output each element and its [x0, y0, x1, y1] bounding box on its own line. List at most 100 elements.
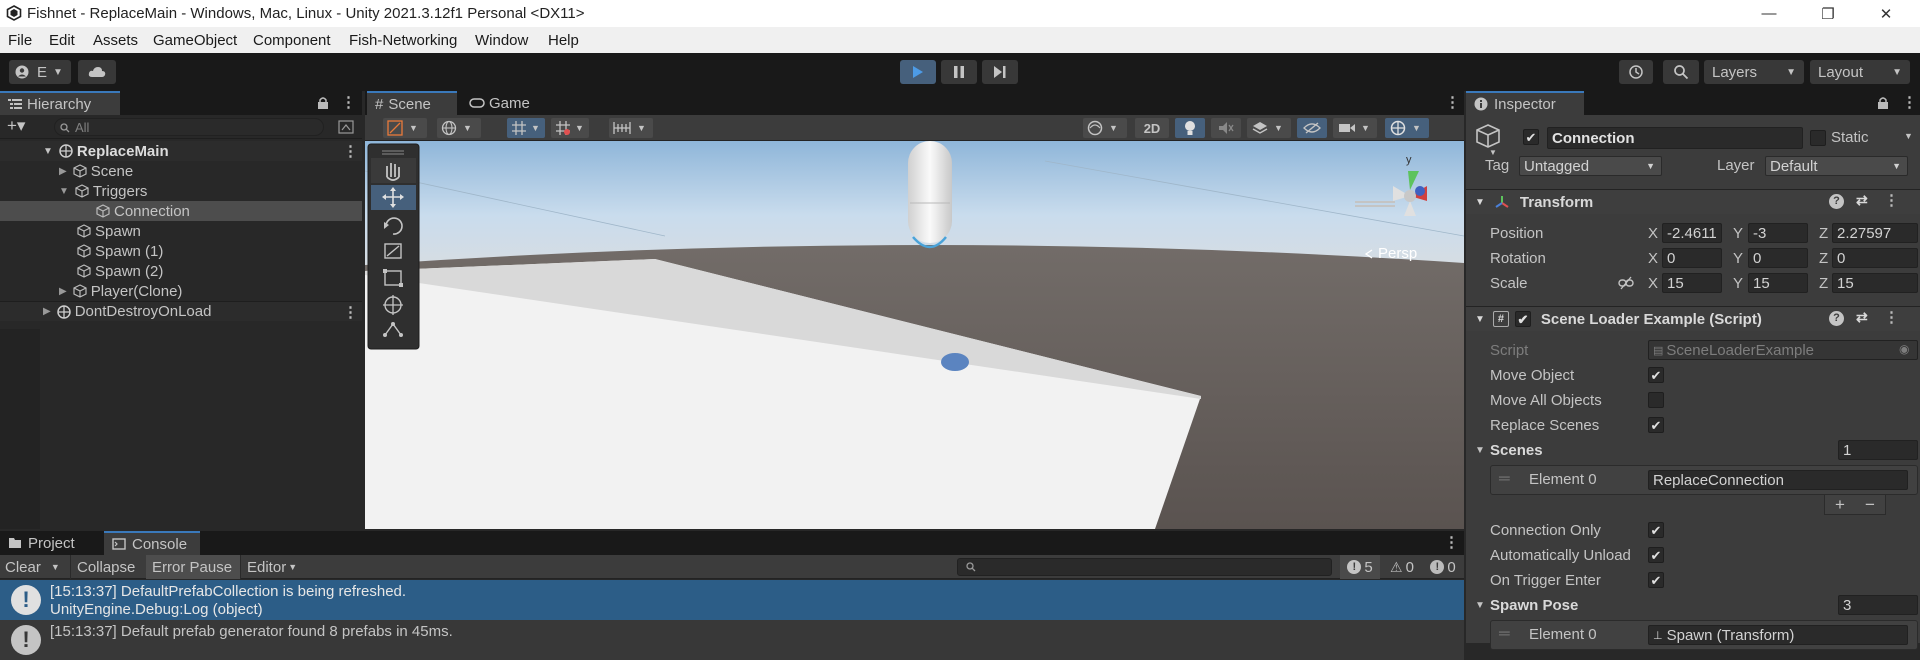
object-name-input[interactable]: Connection — [1547, 127, 1803, 149]
axis-x-label[interactable]: X — [1648, 275, 1658, 292]
chevron-down-icon[interactable]: ▼ — [1489, 148, 1497, 157]
on-trigger-enter-checkbox[interactable]: ✔ — [1648, 572, 1664, 588]
axis-y-label[interactable]: Y — [1733, 250, 1743, 267]
scale-y-input[interactable]: 15 — [1748, 273, 1808, 293]
tab-hierarchy[interactable]: Hierarchy — [0, 91, 120, 115]
axis-y-label[interactable]: Y — [1733, 275, 1743, 292]
increment-snap-dropdown[interactable]: ▼ — [551, 118, 589, 138]
component-enabled-checkbox[interactable]: ✔ — [1514, 311, 1531, 327]
replace-scenes-checkbox[interactable]: ✔ — [1648, 417, 1664, 433]
hierarchy-item-spawn-2[interactable]: Spawn (2) — [0, 261, 362, 281]
hierarchy-search-input[interactable]: All — [54, 118, 324, 136]
preset-icon[interactable]: ⇄ — [1856, 192, 1868, 209]
foldout-arrow-icon[interactable]: ▼ — [1475, 600, 1485, 611]
more-options-icon[interactable]: ⋮ — [1902, 93, 1917, 111]
draw-mode-dropdown[interactable]: ▼ — [383, 118, 427, 138]
menu-edit[interactable]: Edit — [49, 32, 75, 49]
expand-arrow-icon[interactable]: ▼ — [43, 146, 53, 157]
camera-mode-dropdown[interactable]: ▼ — [1083, 118, 1127, 138]
more-options-icon[interactable]: ⋮ — [1884, 308, 1899, 326]
scene-filter-icon[interactable] — [338, 120, 354, 134]
step-button[interactable] — [982, 60, 1018, 84]
scene-viewport[interactable]: y Persp — [365, 141, 1464, 529]
add-icon[interactable]: +▾ — [7, 116, 25, 136]
chevron-down-icon[interactable]: ▼ — [1904, 131, 1913, 141]
hidden-objects-toggle[interactable] — [1297, 118, 1327, 138]
layers-dropdown[interactable]: Layers ▼ — [1704, 60, 1804, 84]
effects-dropdown[interactable]: ▼ — [1247, 118, 1291, 138]
transform-header[interactable]: ▼ Transform ? ⇄ ⋮ — [1466, 189, 1920, 214]
position-y-input[interactable]: -3 — [1748, 223, 1808, 243]
hierarchy-item-spawn-1[interactable]: Spawn (1) — [0, 241, 362, 261]
clear-dropdown[interactable]: Clear ▼ — [0, 555, 70, 579]
connection-only-checkbox[interactable]: ✔ — [1648, 522, 1664, 538]
automatically-unload-checkbox[interactable]: ✔ — [1648, 547, 1664, 563]
more-options-icon[interactable]: ⋮ — [343, 142, 358, 160]
remove-element-button[interactable]: − — [1865, 495, 1875, 515]
link-icon[interactable] — [1618, 276, 1634, 290]
add-element-button[interactable]: + — [1835, 495, 1845, 515]
help-icon[interactable]: ? — [1829, 194, 1844, 209]
move-all-objects-checkbox[interactable] — [1648, 392, 1664, 408]
editor-dropdown[interactable]: Editor ▼ — [240, 555, 306, 579]
more-options-icon[interactable]: ⋮ — [1884, 191, 1899, 209]
tag-dropdown[interactable]: Untagged ▼ — [1519, 156, 1662, 176]
drag-handle-icon[interactable]: ═ — [1499, 625, 1510, 642]
menu-help[interactable]: Help — [548, 32, 579, 49]
script-component-header[interactable]: ▼ # ✔ Scene Loader Example (Script) ? ⇄ … — [1466, 306, 1920, 331]
tab-console[interactable]: Console — [104, 531, 200, 555]
expand-arrow-icon[interactable]: ▶ — [59, 286, 67, 297]
tab-game[interactable]: Game — [461, 91, 541, 115]
lighting-toggle-button[interactable] — [1175, 118, 1205, 138]
warning-filter-toggle[interactable]: ⚠ 0 — [1382, 555, 1422, 579]
axis-z-label[interactable]: Z — [1819, 250, 1828, 267]
move-object-checkbox[interactable]: ✔ — [1648, 367, 1664, 383]
tab-project[interactable]: Project — [0, 531, 100, 555]
menu-assets[interactable]: Assets — [93, 32, 138, 49]
search-button[interactable] — [1663, 60, 1699, 84]
hierarchy-item-spawn[interactable]: Spawn — [0, 221, 362, 241]
minimize-button[interactable]: — — [1746, 0, 1792, 27]
grid-snap-dropdown[interactable]: ▼ — [507, 118, 545, 138]
scenes-count-input[interactable]: 1 — [1838, 440, 1918, 460]
spawn-element-0-input[interactable]: ⊥ Spawn (Transform) — [1648, 625, 1908, 645]
rotation-y-input[interactable]: 0 — [1748, 248, 1808, 268]
axis-x-label[interactable]: X — [1648, 250, 1658, 267]
menu-gameobject[interactable]: GameObject — [153, 32, 237, 49]
hierarchy-item-connection[interactable]: Connection — [0, 201, 362, 221]
axis-z-label[interactable]: Z — [1819, 225, 1828, 242]
cloud-button[interactable] — [78, 60, 116, 84]
spawn-pose-count-input[interactable]: 3 — [1838, 595, 1918, 615]
undo-history-button[interactable] — [1619, 60, 1653, 84]
2d-toggle-button[interactable]: 2D — [1135, 118, 1169, 138]
error-filter-toggle[interactable]: ! 0 — [1423, 555, 1463, 579]
layer-dropdown[interactable]: Default ▼ — [1765, 156, 1908, 176]
play-button[interactable] — [900, 60, 936, 84]
axis-z-label[interactable]: Z — [1819, 275, 1828, 292]
position-z-input[interactable]: 2.27597 — [1832, 223, 1918, 243]
gizmos-dropdown[interactable]: ▼ — [1385, 118, 1429, 138]
object-picker-icon[interactable]: ◉ — [1899, 342, 1909, 356]
more-options-icon[interactable]: ⋮ — [341, 93, 356, 111]
position-x-input[interactable]: -2.4611 — [1662, 223, 1722, 243]
more-options-icon[interactable]: ⋮ — [1445, 93, 1460, 111]
lock-icon[interactable] — [1877, 96, 1889, 110]
hierarchy-item-player-clone[interactable]: ▶ Player(Clone) — [0, 281, 362, 301]
scenes-list-header[interactable]: ▼ Scenes 1 — [1466, 439, 1920, 461]
spawn-pose-list-header[interactable]: ▼ Spawn Pose 3 — [1466, 594, 1920, 616]
scale-x-input[interactable]: 15 — [1662, 273, 1722, 293]
console-entry[interactable]: ! [15:13:37] DefaultPrefabCollection is … — [0, 580, 1464, 620]
hierarchy-item-replacemain[interactable]: ▼ ReplaceMain ⋮ — [0, 141, 362, 161]
more-options-icon[interactable]: ⋮ — [1444, 533, 1459, 551]
expand-arrow-icon[interactable]: ▶ — [59, 166, 67, 177]
menu-fish-networking[interactable]: Fish-Networking — [349, 32, 457, 49]
render-mode-dropdown[interactable]: ▼ — [437, 118, 481, 138]
expand-arrow-icon[interactable]: ▼ — [59, 186, 69, 197]
script-object-field[interactable]: ▤ SceneLoaderExample ◉ — [1648, 340, 1918, 360]
error-pause-toggle[interactable]: Error Pause — [146, 555, 240, 579]
menu-file[interactable]: File — [8, 32, 32, 49]
tab-scene[interactable]: # Scene — [367, 91, 457, 115]
axis-y-label[interactable]: Y — [1733, 225, 1743, 242]
menu-window[interactable]: Window — [475, 32, 528, 49]
foldout-arrow-icon[interactable]: ▼ — [1475, 197, 1485, 208]
